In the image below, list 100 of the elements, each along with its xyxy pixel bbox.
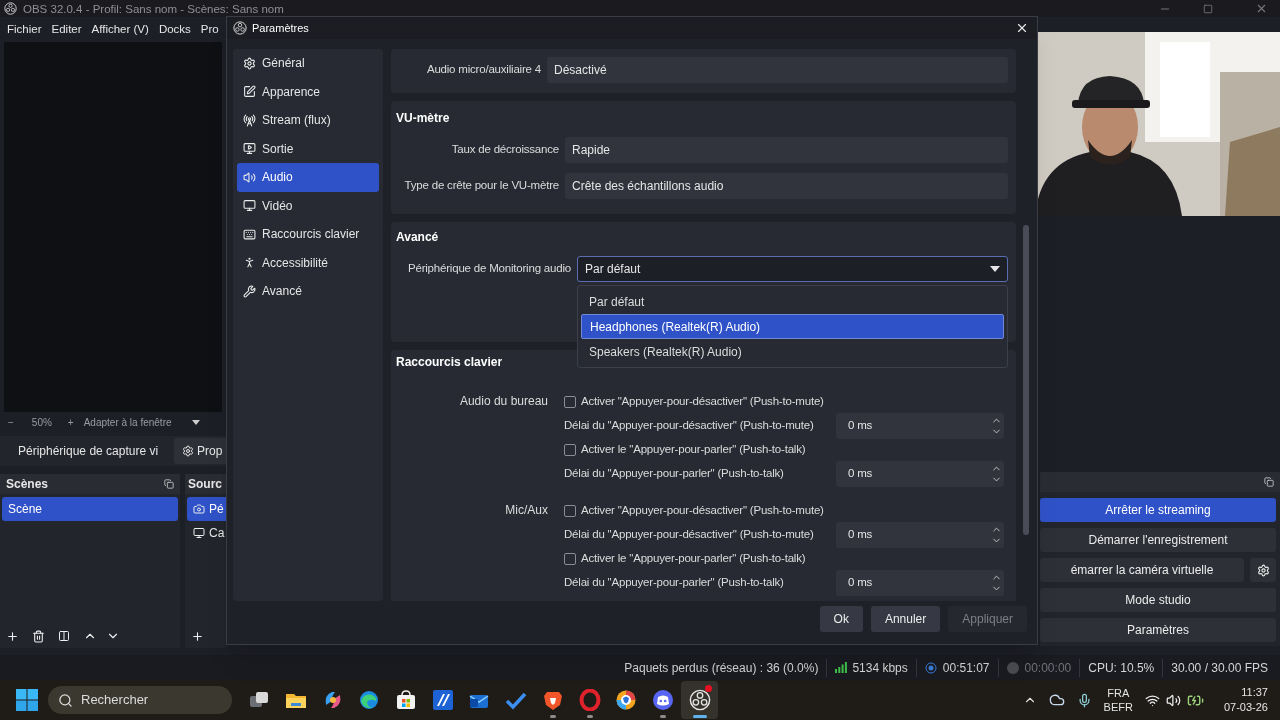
sidebar-item[interactable]: Apparence [237, 77, 379, 106]
sidebar-item[interactable]: Sortie [237, 134, 379, 163]
sidebar-item[interactable]: Général [237, 49, 379, 78]
signal-bars-icon [835, 662, 848, 673]
scrollbar-thumb[interactable] [1023, 225, 1029, 535]
source-item[interactable]: Pé [187, 497, 226, 521]
float-icon[interactable] [1264, 477, 1274, 487]
dropdown-field[interactable]: Par défaut [577, 256, 1008, 282]
keyboard-icon [243, 227, 256, 241]
settings-button[interactable] [1250, 558, 1276, 582]
dropdown-option[interactable]: Par défaut [581, 289, 1004, 314]
dropdown-option[interactable]: Headphones (Realtek(R) Audio) [581, 314, 1004, 339]
maximize-icon[interactable] [1203, 3, 1213, 14]
bitrate-status: 5134 kbps [852, 659, 908, 677]
close-icon[interactable] [1015, 21, 1029, 35]
monitor-play-icon [243, 142, 256, 156]
scene-item[interactable]: Scène [2, 497, 178, 521]
field-label: Délai du "Appuyer-pour-désactiver" (Push-to-mute) [564, 527, 815, 543]
menu-item[interactable]: Pro [195, 20, 224, 39]
dock-title: Sourc [188, 476, 222, 493]
pen-square-icon [243, 85, 256, 99]
slash-tile-icon[interactable] [431, 689, 454, 711]
control-button[interactable]: Démarrer l'enregistrement [1040, 528, 1276, 552]
gear-icon [182, 445, 195, 457]
sidebar-item[interactable]: Vidéo [237, 191, 379, 220]
menu-item[interactable]: Docks [153, 20, 196, 39]
shopping-bag-icon[interactable] [395, 689, 418, 711]
add-icon[interactable] [191, 629, 204, 643]
checkbox-label: Activer le "Appuyer-pour-parler" (Push-to-talk) [581, 442, 806, 458]
wrench-icon [243, 284, 256, 298]
gear-icon [243, 56, 256, 70]
float-icon[interactable] [164, 479, 174, 489]
group-title: Avancé [395, 229, 440, 246]
controller-face-icon[interactable] [651, 689, 674, 711]
stream-time: 00:51:07 [942, 659, 990, 677]
spin-box[interactable]: 0 ms [836, 413, 1004, 439]
checkbox[interactable] [564, 444, 576, 456]
field-label: Taux de décroissance [450, 142, 559, 158]
antenna-icon [243, 113, 256, 127]
person-icon [243, 256, 256, 270]
group-title: VU-mètre [395, 110, 451, 127]
control-button[interactable]: Arrêter le streaming [1040, 498, 1276, 522]
clock[interactable]: 11:37 07-03-26 [1223, 685, 1268, 715]
properties-button[interactable]: Prop [174, 438, 226, 464]
ring-icon[interactable] [578, 689, 601, 711]
spin-box[interactable]: 0 ms [836, 461, 1004, 487]
window-title: OBS 32.0.4 - Profil: Sans nom - Scènes: Sans nom [23, 1, 284, 16]
sidebar-item[interactable]: Accessibilité [237, 248, 379, 277]
menu-item[interactable]: Editer [46, 20, 87, 39]
trash-icon[interactable] [32, 629, 45, 643]
checkbox-label: Activer le "Appuyer-pour-parler" (Push-to-talk) [581, 551, 806, 567]
spin-box[interactable]: 0 ms [836, 570, 1004, 596]
field-label: Délai du "Appuyer-pour-désactiver" (Push-to-mute) [564, 418, 815, 434]
zoom-level: 50% [31, 415, 52, 430]
sidebar-item[interactable]: Avancé [237, 277, 379, 306]
checkbox-label: Activer "Appuyer-pour-désactiver" (Push-to-mute) [581, 503, 824, 519]
dock-title: Scènes [6, 476, 49, 493]
field-label: Audio micro/auxiliaire 4 [425, 62, 541, 78]
wave-circle-icon[interactable] [358, 689, 381, 711]
dialog-button[interactable]: Annuler [870, 606, 941, 632]
add-icon[interactable] [6, 629, 19, 643]
field-label: Délai du "Appuyer-pour-parler" (Push-to-talk) [564, 575, 785, 591]
checkbox[interactable] [564, 553, 576, 565]
source-item[interactable]: Ca [187, 521, 226, 545]
windows-start-icon[interactable] [16, 689, 38, 711]
wifi-icon[interactable] [1144, 692, 1160, 708]
menu-item[interactable]: Afficher (V) [86, 20, 154, 39]
sidebar-item[interactable]: Stream (flux) [237, 106, 379, 135]
spin-box[interactable]: 0 ms [836, 522, 1004, 548]
menu-item[interactable]: Fichier [2, 20, 47, 39]
zoom-out-button[interactable]: − [8, 414, 14, 430]
microphone-icon[interactable] [1076, 692, 1092, 708]
obs-logo-icon [4, 2, 17, 15]
sidebar-item[interactable]: Audio [237, 163, 379, 192]
dialog-button[interactable]: Ok [819, 606, 863, 632]
checkbox[interactable] [564, 505, 576, 517]
control-button[interactable]: Mode studio [1040, 588, 1276, 612]
search-field[interactable]: Rechercher [48, 686, 232, 714]
speaker-icon[interactable] [1165, 692, 1181, 708]
input-language[interactable]: FRA BEFR [1103, 686, 1133, 714]
caret-icon [990, 266, 1000, 272]
control-button[interactable]: Paramètres [1040, 618, 1276, 642]
checkbox[interactable] [564, 396, 576, 408]
dropdown-field[interactable]: Désactivé [547, 57, 1008, 83]
cloud-icon[interactable] [1048, 692, 1065, 708]
dialog-title: Paramètres [252, 20, 309, 36]
caret-icon [191, 419, 200, 425]
taskbar-button[interactable] [681, 681, 718, 719]
dropdown-field[interactable]: Rapide [565, 137, 1008, 163]
dropdown-option[interactable]: Speakers (Realtek(R) Audio) [581, 339, 1004, 364]
search-icon [58, 692, 73, 708]
fit-to-window-option[interactable]: Adapter à la fenêtre [83, 414, 172, 430]
camera-icon [193, 503, 205, 515]
shield-circle-icon[interactable] [615, 689, 638, 711]
zoom-in-button[interactable]: + [67, 414, 74, 430]
control-button[interactable]: émarrer la caméra virtuelle [1040, 558, 1244, 582]
hotkey-source-label: Mic/Aux [505, 502, 548, 519]
sidebar-item[interactable]: Raccourcis clavier [237, 220, 379, 249]
dropdown-field[interactable]: Crête des échantillons audio [565, 173, 1008, 199]
speaker-icon [243, 170, 256, 184]
